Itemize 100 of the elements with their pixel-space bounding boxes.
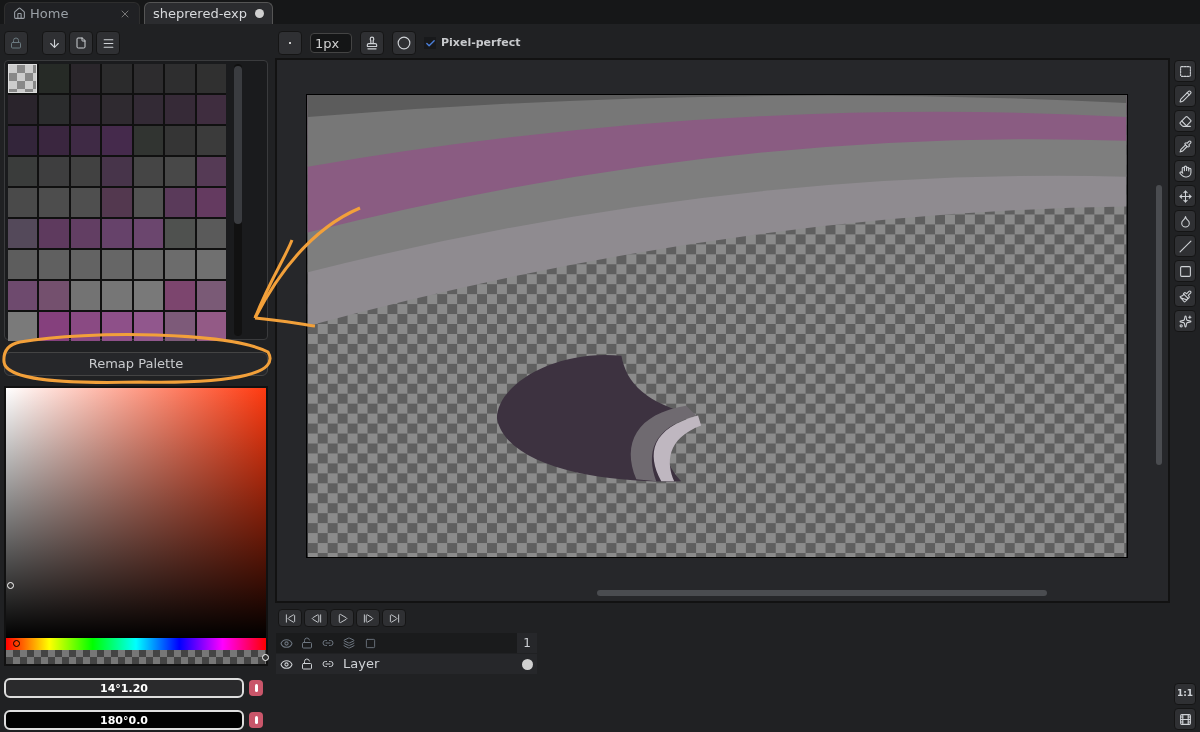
horizontal-scrollbar[interactable] [597, 590, 1047, 596]
color-swatch[interactable] [70, 250, 101, 279]
pencil-tool-button[interactable] [1174, 85, 1196, 107]
rectangle-tool-button[interactable] [1174, 260, 1196, 282]
zoom-reset-button[interactable]: 1:1 [1174, 683, 1196, 705]
color-swatch[interactable] [8, 312, 38, 341]
color-swatch[interactable] [196, 64, 226, 93]
warning-icon[interactable] [249, 712, 263, 728]
color-swatch[interactable] [39, 157, 69, 186]
color-swatch[interactable] [133, 250, 164, 279]
color-swatch[interactable] [165, 188, 195, 217]
canvas-viewport[interactable] [275, 58, 1170, 603]
color-swatch[interactable] [102, 126, 132, 155]
pixel-perfect-checkbox[interactable] [424, 37, 436, 49]
color-value-field[interactable]: 180°0.0 [4, 710, 244, 730]
spray-tool-button[interactable] [1174, 310, 1196, 332]
color-swatch[interactable] [8, 281, 38, 310]
next-frame-button[interactable] [356, 609, 380, 627]
color-swatch[interactable] [39, 95, 69, 124]
color-swatch[interactable] [39, 281, 69, 310]
color-swatch[interactable] [70, 219, 101, 248]
color-swatch[interactable] [196, 219, 226, 248]
saturation-value-picker[interactable] [6, 388, 266, 638]
vertical-scrollbar[interactable] [1156, 185, 1162, 465]
hand-tool-button[interactable] [1174, 160, 1196, 182]
alpha-slider[interactable] [6, 650, 266, 664]
fill-tool-button[interactable] [1174, 210, 1196, 232]
color-swatch[interactable] [39, 188, 69, 217]
color-swatch[interactable] [70, 281, 101, 310]
color-swatch[interactable] [70, 64, 101, 93]
color-swatch[interactable] [196, 281, 226, 310]
color-swatch[interactable] [165, 157, 195, 186]
warning-icon[interactable] [249, 680, 263, 696]
color-swatch[interactable] [102, 157, 132, 186]
color-swatch[interactable] [196, 126, 226, 155]
color-swatch[interactable] [8, 188, 38, 217]
color-swatch[interactable] [70, 188, 101, 217]
color-value-field[interactable]: 14°1.20 [4, 678, 244, 698]
color-swatch[interactable] [8, 219, 38, 248]
scrollbar-thumb[interactable] [234, 66, 242, 224]
color-swatch[interactable] [8, 95, 38, 124]
color-swatch[interactable] [102, 312, 132, 341]
color-swatch[interactable] [133, 219, 164, 248]
color-swatch[interactable] [165, 219, 195, 248]
menu-button[interactable] [96, 31, 120, 55]
document-tab[interactable]: sheprered-exp [144, 2, 274, 24]
color-swatch[interactable] [70, 157, 101, 186]
color-swatch[interactable] [133, 312, 164, 341]
last-frame-button[interactable] [382, 609, 406, 627]
color-swatch[interactable] [165, 64, 195, 93]
color-swatch[interactable] [70, 95, 101, 124]
color-swatch[interactable] [39, 126, 69, 155]
film-button[interactable] [1174, 708, 1196, 730]
color-swatch[interactable] [8, 157, 38, 186]
alpha-thumb[interactable] [262, 654, 269, 661]
page-button[interactable] [69, 31, 93, 55]
arrow-down-button[interactable] [42, 31, 66, 55]
color-swatch[interactable] [8, 250, 38, 279]
remap-palette-button[interactable]: Remap Palette [4, 352, 268, 376]
hue-slider[interactable] [6, 638, 266, 650]
ink-button[interactable] [360, 31, 384, 55]
color-swatch[interactable] [102, 64, 132, 93]
color-swatch[interactable] [70, 126, 101, 155]
document-tab[interactable]: Home [4, 2, 140, 24]
color-swatch[interactable] [165, 250, 195, 279]
eraser-tool-button[interactable] [1174, 110, 1196, 132]
color-swatch[interactable] [133, 126, 164, 155]
previous-frame-button[interactable] [304, 609, 328, 627]
play-button[interactable] [330, 609, 354, 627]
color-swatch[interactable] [133, 188, 164, 217]
color-swatch[interactable] [102, 281, 132, 310]
color-swatch[interactable] [8, 126, 38, 155]
lock-button[interactable] [4, 31, 28, 55]
color-swatch[interactable] [102, 95, 132, 124]
move-tool-button[interactable] [1174, 185, 1196, 207]
color-swatch[interactable] [196, 95, 226, 124]
color-swatch[interactable] [165, 281, 195, 310]
color-swatch[interactable] [133, 95, 164, 124]
color-swatch[interactable] [102, 219, 132, 248]
color-swatch[interactable] [133, 157, 164, 186]
color-swatch[interactable] [102, 250, 132, 279]
color-swatch[interactable] [102, 188, 132, 217]
color-swatch[interactable] [196, 250, 226, 279]
color-swatch[interactable] [133, 281, 164, 310]
transparent-swatch[interactable] [8, 64, 38, 93]
blur-tool-button[interactable] [1174, 285, 1196, 307]
color-swatch[interactable] [39, 219, 69, 248]
color-swatch[interactable] [39, 64, 69, 93]
color-swatch[interactable] [196, 157, 226, 186]
circle-target-button[interactable] [392, 31, 416, 55]
line-tool-button[interactable] [1174, 235, 1196, 257]
first-frame-button[interactable] [278, 609, 302, 627]
color-swatch[interactable] [165, 126, 195, 155]
color-swatch[interactable] [165, 95, 195, 124]
color-swatch[interactable] [39, 250, 69, 279]
brush-dot-button[interactable] [278, 31, 302, 55]
marquee-tool-button[interactable] [1174, 60, 1196, 82]
color-swatch[interactable] [133, 64, 164, 93]
color-swatch[interactable] [196, 188, 226, 217]
brush-size-field[interactable]: 1px [310, 33, 352, 53]
